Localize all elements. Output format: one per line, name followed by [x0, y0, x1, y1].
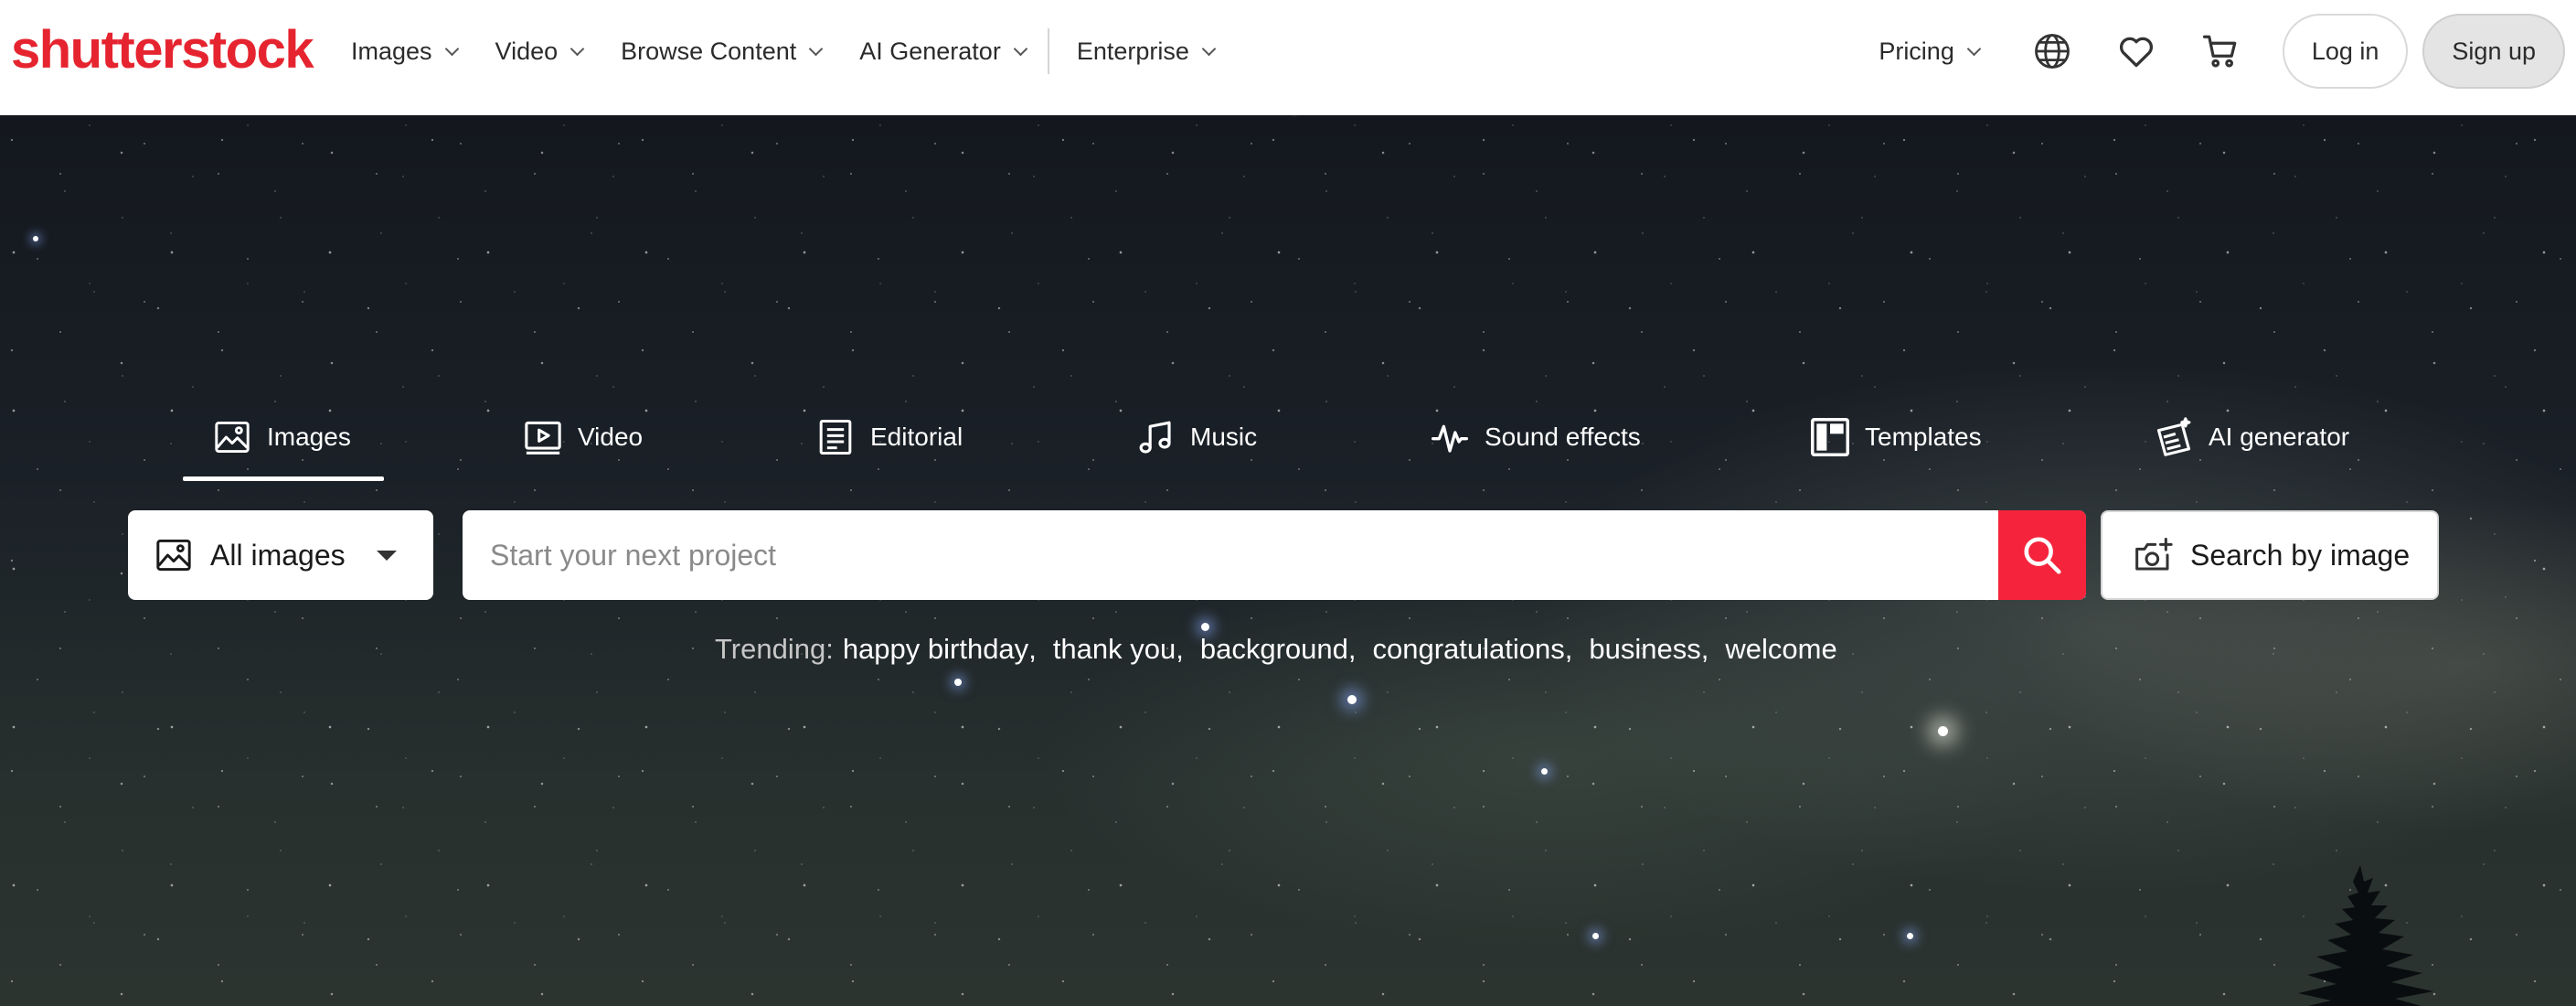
- camera-plus-icon: [2135, 538, 2173, 571]
- trending-label: Trending:: [715, 633, 834, 665]
- tab-video[interactable]: Video: [523, 408, 643, 466]
- nav-images[interactable]: Images: [351, 37, 459, 66]
- tab-video-label: Video: [578, 423, 644, 451]
- chevron-down-icon: [1966, 41, 1982, 56]
- bright-star: [1347, 695, 1357, 704]
- bright-star: [1201, 623, 1209, 631]
- document-icon: [815, 417, 856, 457]
- trending-separator: ,: [1176, 633, 1184, 665]
- image-icon: [212, 417, 252, 457]
- bright-star: [1592, 933, 1599, 939]
- tab-music-label: Music: [1190, 423, 1258, 451]
- login-button[interactable]: Log in: [2282, 14, 2409, 89]
- image-icon: [156, 539, 191, 572]
- search-input[interactable]: [463, 510, 1998, 600]
- globe-icon[interactable]: [2030, 29, 2074, 73]
- ai-generator-icon: [2154, 417, 2194, 457]
- tab-images[interactable]: Images: [212, 408, 351, 466]
- nav-images-label: Images: [351, 37, 432, 65]
- trending-separator: ,: [1700, 633, 1709, 665]
- trending-searches: Trending: happy birthday, thank you, bac…: [715, 633, 1837, 666]
- trending-separator: ,: [1564, 633, 1573, 665]
- bright-star: [33, 236, 38, 241]
- search-by-image-button[interactable]: Search by image: [2101, 510, 2439, 600]
- trending-link[interactable]: happy birthday: [843, 633, 1028, 666]
- search-bar: [463, 510, 2086, 600]
- bright-star: [954, 679, 962, 686]
- active-tab-indicator: [183, 476, 384, 481]
- trending-separator: ,: [1347, 633, 1357, 665]
- trending-link[interactable]: thank you: [1053, 633, 1176, 666]
- media-type-select[interactable]: All images: [128, 510, 433, 600]
- nav-browse-content[interactable]: Browse Content: [621, 37, 824, 66]
- template-icon: [1810, 417, 1850, 457]
- bright-star: [1541, 768, 1548, 775]
- chevron-down-icon: [808, 41, 824, 56]
- bright-star: [1907, 933, 1913, 939]
- trending-link[interactable]: welcome: [1725, 633, 1836, 666]
- chevron-down-icon: [1013, 41, 1028, 56]
- account-nav: Pricing Log in Sign up: [1879, 0, 2565, 102]
- tab-editorial-label: Editorial: [870, 423, 963, 451]
- chevron-down-icon: [1201, 41, 1217, 56]
- signup-button[interactable]: Sign up: [2422, 14, 2565, 89]
- nav-enterprise[interactable]: Enterprise: [1076, 37, 1217, 66]
- tab-ai-generator-label: AI generator: [2209, 423, 2350, 451]
- site-header: shutterstock Images Video Browse Content…: [0, 0, 2576, 115]
- search-button[interactable]: [1998, 510, 2086, 600]
- search-by-image-label: Search by image: [2190, 538, 2411, 572]
- chevron-down-icon: [569, 41, 585, 56]
- tab-images-label: Images: [267, 423, 351, 451]
- cart-icon[interactable]: [2198, 29, 2242, 73]
- nav-divider: [1047, 28, 1049, 74]
- pricing-label: Pricing: [1879, 37, 1954, 65]
- tab-templates-label: Templates: [1865, 423, 1982, 451]
- trending-link[interactable]: congratulations: [1373, 633, 1565, 666]
- caret-down-icon: [377, 551, 397, 561]
- chevron-down-icon: [444, 41, 459, 56]
- tab-sound-effects[interactable]: Sound effects: [1430, 408, 1641, 466]
- shutterstock-logo[interactable]: shutterstock: [11, 20, 314, 80]
- pricing-menu[interactable]: Pricing: [1879, 37, 1982, 66]
- trending-link[interactable]: business: [1589, 633, 1700, 666]
- trending-link[interactable]: background: [1200, 633, 1348, 666]
- tab-templates[interactable]: Templates: [1810, 408, 1982, 466]
- play-icon: [523, 417, 563, 457]
- heart-icon[interactable]: [2114, 29, 2158, 73]
- media-type-tabs: Images Video Editorial Music Sound effec…: [183, 408, 2432, 481]
- music-note-icon: [1135, 417, 1176, 457]
- nav-ai-generator-label: AI Generator: [859, 37, 1001, 65]
- tree-silhouette: [2298, 865, 2433, 1006]
- nav-browse-content-label: Browse Content: [621, 37, 797, 65]
- main-nav: Images Video Browse Content AI Generator…: [351, 0, 1252, 102]
- search-icon: [2024, 537, 2061, 574]
- nav-enterprise-label: Enterprise: [1076, 37, 1189, 65]
- bright-star: [1938, 726, 1948, 736]
- tab-ai-generator[interactable]: AI generator: [2154, 408, 2349, 466]
- tab-editorial[interactable]: Editorial: [815, 408, 963, 466]
- nav-video[interactable]: Video: [495, 37, 585, 66]
- tab-music[interactable]: Music: [1135, 408, 1257, 466]
- nav-ai-generator[interactable]: AI Generator: [859, 37, 1028, 66]
- nav-video-label: Video: [495, 37, 559, 65]
- media-type-select-label: All images: [210, 538, 346, 572]
- tab-sound-effects-label: Sound effects: [1485, 423, 1641, 451]
- waveform-icon: [1430, 417, 1470, 457]
- trending-separator: ,: [1028, 633, 1037, 665]
